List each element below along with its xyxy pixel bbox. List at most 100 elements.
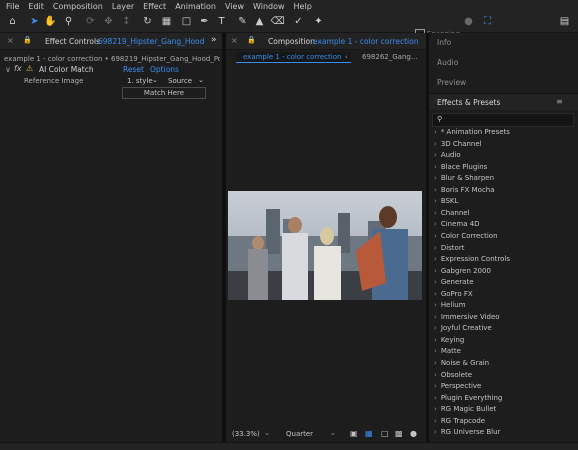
transparency-grid-icon[interactable]: ▦ bbox=[365, 429, 373, 438]
preview-panel-label: Preview bbox=[437, 78, 467, 87]
brush-tool-icon[interactable]: ✎ bbox=[236, 15, 249, 28]
chevron-right-icon: › bbox=[434, 185, 437, 194]
snapshot-icon[interactable]: ● bbox=[410, 429, 417, 438]
rectangle-tool-icon[interactable]: □ bbox=[180, 15, 193, 28]
effects-category-item[interactable]: › 3D Channel bbox=[434, 140, 482, 148]
effects-category-item[interactable]: › Plugin Everything bbox=[434, 394, 502, 402]
composition-tab-name[interactable]: example 1 - color correction bbox=[313, 37, 418, 46]
effects-category-item[interactable]: › Cinema 4D bbox=[434, 220, 480, 228]
menu-layer[interactable]: Layer bbox=[112, 2, 134, 11]
snap-option-icon[interactable]: ● bbox=[462, 15, 475, 28]
options-link[interactable]: Options bbox=[150, 65, 179, 74]
effects-category-label: Matte bbox=[440, 347, 461, 356]
safe-margins-icon[interactable]: ▩ bbox=[395, 429, 403, 438]
panel-menu-icon[interactable]: ≡ bbox=[556, 97, 563, 106]
composition-tabbar: × 🔒 Composition example 1 - color correc… bbox=[226, 33, 426, 50]
style-dropdown[interactable]: 1. style ⌄ bbox=[122, 76, 162, 86]
effects-category-item[interactable]: › Joyful Creative bbox=[434, 324, 492, 332]
chevron-right-icon: › bbox=[434, 416, 437, 425]
effects-category-item[interactable]: › Perspective bbox=[434, 382, 481, 390]
menu-edit[interactable]: Edit bbox=[28, 2, 44, 11]
chevron-right-icon: › bbox=[434, 370, 437, 379]
clone-stamp-tool-icon[interactable]: ▲ bbox=[253, 15, 266, 28]
info-panel-header[interactable]: Info bbox=[429, 33, 578, 54]
menu-composition[interactable]: Composition bbox=[53, 2, 103, 11]
roto-brush-tool-icon[interactable]: ✓ bbox=[292, 15, 305, 28]
effects-category-item[interactable]: › Noise & Grain bbox=[434, 359, 489, 367]
pan-camera-icon[interactable]: ✥ bbox=[102, 15, 115, 28]
effect-controls-layer-name[interactable]: 698219_Hipster_Gang_Hood bbox=[98, 37, 204, 46]
subtab-active[interactable]: example 1 - color correction bbox=[236, 52, 351, 63]
comp-subtabs: example 1 - color correction ‹ 698262_Ga… bbox=[226, 50, 426, 64]
effects-category-item[interactable]: › Boris FX Mocha bbox=[434, 186, 495, 194]
effects-category-item[interactable]: › Blace Plugins bbox=[434, 163, 487, 171]
effects-category-item[interactable]: › Helium bbox=[434, 301, 466, 309]
mask-visibility-icon[interactable]: □ bbox=[381, 429, 389, 438]
effects-category-item[interactable]: › Obsolete bbox=[434, 371, 472, 379]
subtab-other-label[interactable]: 698262_Gang... bbox=[362, 53, 418, 61]
rotation-tool-icon[interactable]: ↻ bbox=[141, 15, 154, 28]
effects-category-item[interactable]: › Audio bbox=[434, 151, 461, 159]
effects-category-item[interactable]: › Gabgren 2000 bbox=[434, 267, 491, 275]
search-icon: ⚲ bbox=[437, 115, 443, 123]
close-tab-icon[interactable]: × bbox=[231, 36, 238, 45]
panel-overflow-icon[interactable]: » bbox=[211, 35, 217, 45]
effects-presets-title[interactable]: Effects & Presets bbox=[437, 98, 500, 107]
effects-category-item[interactable]: › BSKL bbox=[434, 197, 458, 205]
effects-category-item[interactable]: › GoPro FX bbox=[434, 290, 473, 298]
puppet-pin-tool-icon[interactable]: ✦ bbox=[312, 15, 325, 28]
menu-help[interactable]: Help bbox=[294, 2, 312, 11]
effect-controls-tab-title[interactable]: Effect Controls bbox=[45, 37, 100, 46]
region-of-interest-icon[interactable]: ▣ bbox=[350, 429, 358, 438]
type-tool-icon[interactable]: T bbox=[215, 15, 228, 28]
menu-animation[interactable]: Animation bbox=[175, 2, 216, 11]
snap-expand-icon[interactable]: ⛶ bbox=[481, 15, 494, 28]
effects-category-item[interactable]: › Keying bbox=[434, 336, 464, 344]
reset-link[interactable]: Reset bbox=[123, 65, 144, 74]
effect-expand-icon[interactable]: ∨ bbox=[5, 65, 11, 74]
effects-category-item[interactable]: › * Animation Presets bbox=[434, 128, 510, 136]
chevron-left-icon[interactable]: ‹ bbox=[345, 53, 348, 61]
lock-icon[interactable]: 🔒 bbox=[23, 36, 32, 44]
effects-category-item[interactable]: › Channel bbox=[434, 209, 470, 217]
orbit-camera-icon[interactable]: ⟳ bbox=[84, 15, 97, 28]
workspace-menu-icon[interactable]: ▤ bbox=[558, 15, 571, 28]
effects-category-item[interactable]: › Matte bbox=[434, 347, 461, 355]
footage-frame bbox=[228, 191, 422, 300]
fx-toggle-icon[interactable]: fx bbox=[14, 64, 22, 73]
effects-category-item[interactable]: › Blur & Sharpen bbox=[434, 174, 494, 182]
zoom-dropdown[interactable]: (33.3%) bbox=[232, 430, 260, 438]
close-tab-icon[interactable]: × bbox=[7, 36, 14, 45]
eraser-tool-icon[interactable]: ⌫ bbox=[270, 15, 284, 28]
lock-icon[interactable]: 🔒 bbox=[247, 36, 256, 44]
zoom-tool-icon[interactable]: ⚲ bbox=[62, 15, 75, 28]
effects-category-item[interactable]: › Distort bbox=[434, 244, 464, 252]
composition-viewer-image[interactable] bbox=[228, 191, 422, 300]
preview-panel-header[interactable]: Preview bbox=[429, 73, 578, 94]
composition-tab-title[interactable]: Composition bbox=[268, 37, 315, 46]
effects-category-item[interactable]: › Expression Controls bbox=[434, 255, 510, 263]
effects-category-item[interactable]: › Immersive Video bbox=[434, 313, 500, 321]
pan-behind-tool-icon[interactable]: ▦ bbox=[160, 15, 173, 28]
menu-file[interactable]: File bbox=[6, 2, 19, 11]
menu-effect[interactable]: Effect bbox=[143, 2, 166, 11]
hand-tool-icon[interactable]: ✋ bbox=[44, 15, 57, 28]
pen-tool-icon[interactable]: ✒ bbox=[198, 15, 211, 28]
effects-category-item[interactable]: › Color Correction bbox=[434, 232, 498, 240]
match-here-button[interactable]: Match Here bbox=[122, 87, 206, 99]
menu-view[interactable]: View bbox=[225, 2, 244, 11]
effects-category-label: Channel bbox=[440, 208, 470, 217]
effects-category-item[interactable]: › RG Trapcode bbox=[434, 417, 485, 425]
effects-search-input[interactable]: ⚲ bbox=[432, 113, 574, 127]
effects-category-item[interactable]: › RG Universe Blur bbox=[434, 428, 500, 436]
effects-category-item[interactable]: › Generate bbox=[434, 278, 474, 286]
selection-tool-icon[interactable]: ➤ bbox=[28, 15, 41, 28]
home-icon[interactable]: ⌂ bbox=[6, 15, 19, 28]
chevron-right-icon: › bbox=[434, 278, 437, 287]
audio-panel-header[interactable]: Audio bbox=[429, 53, 578, 74]
dolly-camera-icon[interactable]: ↕ bbox=[120, 15, 133, 28]
effects-category-item[interactable]: › RG Magic Bullet bbox=[434, 405, 496, 413]
menu-window[interactable]: Window bbox=[253, 2, 285, 11]
source-dropdown[interactable]: Source ⌄ bbox=[164, 76, 206, 86]
resolution-dropdown[interactable]: Quarter bbox=[286, 430, 313, 438]
